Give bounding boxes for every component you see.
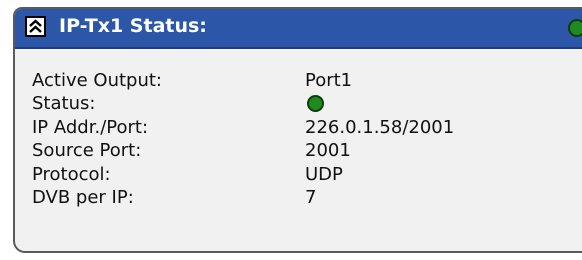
dvb-per-ip-label: DVB per IP:: [32, 186, 134, 208]
double-chevron-up-icon: [29, 19, 42, 33]
active-output-value: Port1: [305, 70, 353, 91]
dvb-per-ip-value: 7: [305, 186, 317, 208]
ip-addr-port-value: 226.0.1.58/2001: [305, 116, 455, 138]
source-port-value: 2001: [305, 140, 351, 162]
active-output-label: Active Output:: [32, 70, 162, 91]
header-status-indicator: [568, 19, 582, 37]
source-port-label: Source Port:: [32, 140, 142, 162]
ip-tx1-status-panel: IP-Tx1 Status: Active Output: Port1 Stat…: [13, 7, 582, 253]
ip-addr-port-label: IP Addr./Port:: [32, 116, 149, 138]
collapse-button[interactable]: [25, 16, 46, 37]
panel-header: IP-Tx1 Status:: [15, 9, 582, 49]
panel-title: IP-Tx1 Status:: [59, 15, 207, 37]
protocol-label: Protocol:: [32, 163, 111, 185]
protocol-value: UDP: [305, 163, 343, 185]
green-status-dot-icon: [307, 95, 324, 113]
status-label: Status:: [32, 93, 96, 115]
